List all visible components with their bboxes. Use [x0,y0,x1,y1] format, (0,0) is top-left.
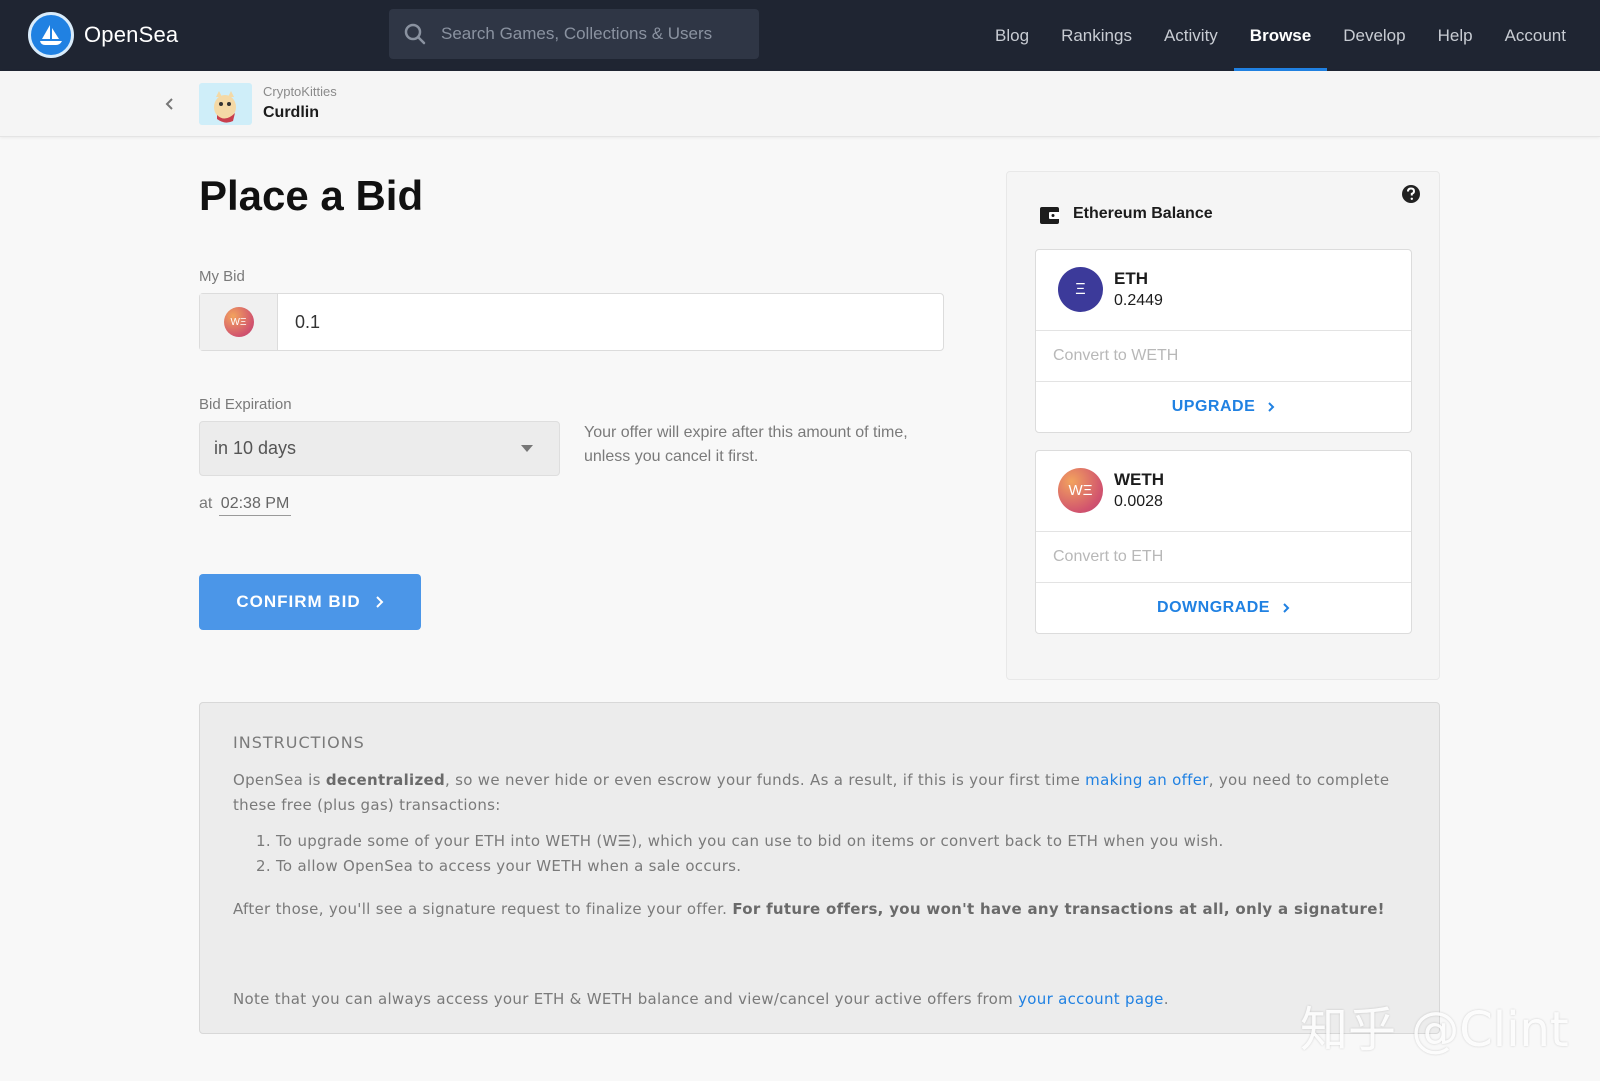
text: OpenSea is [233,771,326,789]
confirm-bid-label: CONFIRM BID [236,592,361,611]
item-name: Curdlin [263,104,319,121]
list-item: 1. To upgrade some of your ETH into WETH… [256,832,1224,850]
watermark: 知乎 @Clint [1300,1002,1569,1058]
search-bar[interactable] [389,9,759,59]
convert-to-eth-field[interactable] [1036,532,1411,583]
nav-links: Blog Rankings Activity Browse Develop He… [979,0,1600,71]
instructions-box: INSTRUCTIONS OpenSea is decentralized, s… [199,702,1440,1034]
app-name: OpenSea [84,22,179,47]
upgrade-label: UPGRADE [1171,398,1256,415]
bid-expiration-label: Bid Expiration [199,396,292,413]
breadcrumb: CryptoKitties Curdlin [0,71,1600,137]
nav-blog[interactable]: Blog [979,0,1045,71]
expiration-time-row: at 02:38 PM [199,495,292,516]
weth-icon: WΞ [223,307,254,337]
eth-icon: Ξ [1058,267,1103,312]
instructions-steps: 1. To upgrade some of your ETH into WETH… [256,829,1406,879]
opensea-boat-icon [28,12,74,58]
instructions-paragraph-3: Note that you can always access your ETH… [233,987,1413,1012]
token-symbol: ETH [1114,269,1148,288]
confirm-bid-button[interactable]: CONFIRM BID [199,574,421,630]
collection-name[interactable]: CryptoKitties [263,84,337,99]
bid-expiration-value: in 10 days [214,438,297,458]
token-amount: 0.0028 [1114,493,1163,510]
chevron-right-icon [1268,402,1275,412]
convert-to-eth-input[interactable] [1053,548,1373,566]
convert-to-weth-input[interactable] [1053,347,1373,365]
nav-develop[interactable]: Develop [1327,0,1421,71]
making-an-offer-link[interactable]: making an offer [1085,771,1209,789]
back-chevron-icon[interactable] [163,95,177,113]
upgrade-button[interactable]: UPGRADE [1036,382,1411,432]
at-label: at [199,495,213,512]
bid-expiration-select[interactable]: in 10 days [199,421,560,476]
chevron-right-icon [375,596,384,608]
item-thumbnail[interactable] [199,83,252,125]
expiration-note: Your offer will expire after this amount… [584,424,908,465]
page-title: Place a Bid [199,172,424,219]
cryptokitty-image [214,91,236,123]
text: . [1163,990,1169,1008]
text: Note that you can always access your ETH… [233,990,1019,1008]
nav-help[interactable]: Help [1422,0,1489,71]
text: , so we never hide or even escrow your f… [445,771,1086,789]
instructions-heading: INSTRUCTIONS [233,733,365,752]
opensea-logo[interactable]: OpenSea [28,12,178,58]
bid-token-selector: WΞ [200,294,278,350]
instructions-paragraph-2: After those, you'll see a signature requ… [233,897,1413,922]
balance-title: Ethereum Balance [1073,205,1213,222]
token-symbol: WETH [1114,470,1165,489]
nav-rankings[interactable]: Rankings [1045,0,1148,71]
instructions-paragraph-1: OpenSea is decentralized, so we never hi… [233,768,1413,818]
bid-amount-field[interactable]: WΞ [199,293,944,351]
search-input[interactable] [441,24,741,44]
token-amount: 0.2449 [1114,292,1163,309]
caret-down-icon [521,445,533,452]
nav-browse[interactable]: Browse [1233,0,1328,71]
ethereum-balance-panel: Ethereum Balance Ξ ETH 0.2449 UPGRADE WΞ… [1006,171,1440,680]
convert-to-weth-field[interactable] [1036,331,1411,382]
help-icon[interactable] [1401,184,1421,204]
text: After those, you'll see a signature requ… [233,900,733,918]
chevron-right-icon [1283,603,1290,613]
text-bold: For future offers, you won't have any tr… [732,900,1385,918]
list-item: 2. To allow OpenSea to access your WETH … [256,857,742,875]
text-bold: decentralized [325,771,445,789]
weth-balance-card: WΞ WETH 0.0028 DOWNGRADE [1035,450,1412,634]
top-nav: OpenSea Blog Rankings Activity Browse De… [0,0,1600,71]
expiration-time-input[interactable]: 02:38 PM [218,495,292,516]
weth-icon: WΞ [1058,468,1103,513]
eth-balance-card: Ξ ETH 0.2449 UPGRADE [1035,249,1412,433]
downgrade-label: DOWNGRADE [1157,599,1270,616]
bid-amount-input[interactable] [278,294,918,350]
downgrade-button[interactable]: DOWNGRADE [1036,583,1411,633]
account-page-link[interactable]: your account page [1018,990,1164,1008]
my-bid-label: My Bid [199,268,245,285]
nav-activity[interactable]: Activity [1148,0,1234,71]
nav-account[interactable]: Account [1489,0,1600,71]
search-icon [404,23,426,45]
wallet-icon [1040,207,1060,224]
